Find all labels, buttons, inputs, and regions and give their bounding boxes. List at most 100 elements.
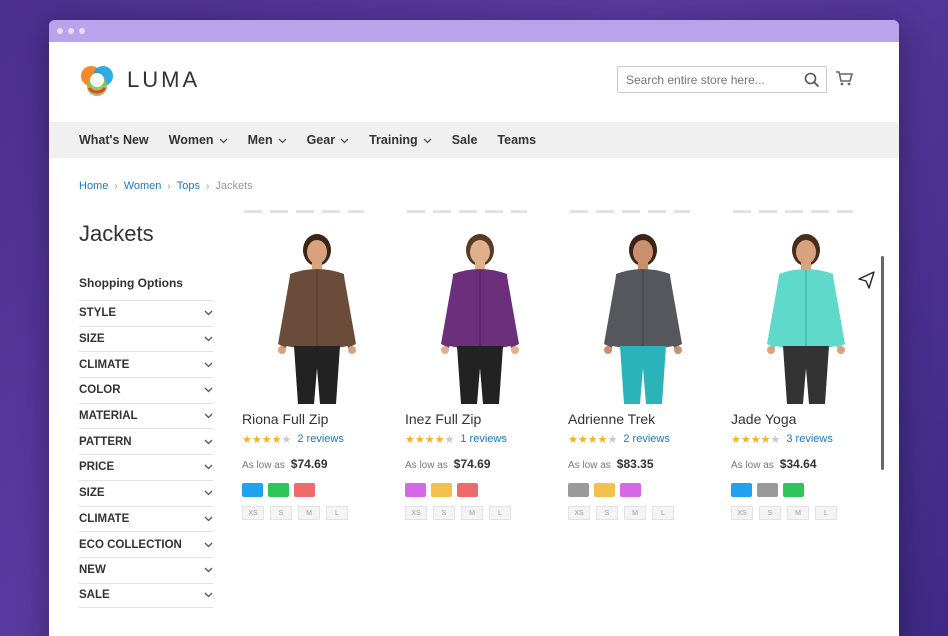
scrollbar[interactable]	[881, 256, 884, 470]
product-name[interactable]: Adrienne Trek	[568, 411, 718, 431]
star-icon: ★	[577, 433, 588, 446]
nav-item-women[interactable]: Women	[169, 133, 228, 147]
color-swatch[interactable]	[568, 483, 589, 497]
logo[interactable]: LUMA	[79, 62, 200, 98]
shopping-options-sidebar: Shopping Options STYLE SIZE CLIMATE COLOR MA…	[79, 276, 213, 609]
nav-item-teams[interactable]: Teams	[497, 133, 536, 147]
nav-dropdown-toggle	[340, 133, 349, 147]
filter-new[interactable]: NEW	[79, 556, 213, 583]
product-rating: ★★★★★ 2 reviews	[568, 431, 718, 447]
product-name[interactable]: Inez Full Zip	[405, 411, 555, 431]
breadcrumb-separator-icon: ›	[114, 180, 118, 192]
filter-size[interactable]: SIZE	[79, 325, 213, 352]
filter-climate[interactable]: CLIMATE	[79, 505, 213, 532]
star-icon: ★	[597, 433, 608, 446]
product-price: As low as $74.69	[405, 457, 555, 473]
reviews-link[interactable]: 3 reviews	[786, 433, 832, 445]
color-swatch[interactable]	[268, 483, 289, 497]
size-option[interactable]: S	[596, 506, 618, 520]
color-swatch[interactable]	[431, 483, 452, 497]
color-swatch[interactable]	[294, 483, 315, 497]
size-option[interactable]: L	[489, 506, 511, 520]
size-option[interactable]: S	[433, 506, 455, 520]
breadcrumb-current: Jackets	[215, 180, 253, 192]
product-card[interactable]: Adrienne Trek ★★★★★ 2 reviews As low as $83.…	[568, 208, 718, 520]
filter-size[interactable]: SIZE	[79, 479, 213, 506]
product-image[interactable]	[741, 228, 871, 404]
shopping-options-title: Shopping Options	[79, 276, 183, 290]
breadcrumb-separator-icon: ›	[167, 180, 171, 192]
product-card[interactable]: Riona Full Zip ★★★★★ 2 reviews As low as $74…	[242, 208, 392, 520]
breadcrumb-tops[interactable]: Tops	[177, 180, 200, 192]
star-icon: ★	[434, 433, 445, 446]
size-option[interactable]: L	[815, 506, 837, 520]
size-option[interactable]: XS	[731, 506, 753, 520]
filter-color[interactable]: COLOR	[79, 377, 213, 403]
color-swatch[interactable]	[457, 483, 478, 497]
color-swatch[interactable]	[620, 483, 641, 497]
product-card[interactable]: Inez Full Zip ★★★★★ 1 reviews As low as $74.…	[405, 208, 555, 520]
size-option[interactable]: L	[652, 506, 674, 520]
color-swatch[interactable]	[783, 483, 804, 497]
size-option[interactable]: S	[759, 506, 781, 520]
filter-pattern[interactable]: PATTERN	[79, 428, 213, 454]
search-icon[interactable]	[804, 72, 820, 88]
filter-eco-collection[interactable]: ECO COLLECTION	[79, 531, 213, 557]
cart-icon[interactable]	[835, 70, 853, 86]
size-option[interactable]: XS	[405, 506, 427, 520]
nav-item-men[interactable]: Men	[248, 133, 287, 147]
filter-climate[interactable]: CLIMATE	[79, 351, 213, 377]
breadcrumb-home[interactable]: Home	[79, 180, 108, 192]
chevron-down-icon	[204, 592, 213, 598]
size-option[interactable]: S	[270, 506, 292, 520]
reviews-link[interactable]: 2 reviews	[297, 433, 343, 445]
product-name[interactable]: Jade Yoga	[731, 411, 881, 431]
search-box[interactable]	[617, 66, 827, 93]
breadcrumb-women[interactable]: Women	[124, 180, 162, 192]
nav-item-training[interactable]: Training	[369, 133, 432, 147]
product-name[interactable]: Riona Full Zip	[242, 411, 392, 431]
nav-item-label: Teams	[497, 133, 537, 147]
product-image[interactable]	[252, 228, 382, 404]
color-swatch[interactable]	[594, 483, 615, 497]
color-swatch[interactable]	[405, 483, 426, 497]
reviews-link[interactable]: 2 reviews	[623, 433, 669, 445]
reviews-link[interactable]: 1 reviews	[460, 433, 506, 445]
color-swatch[interactable]	[731, 483, 752, 497]
star-icon: ★	[444, 433, 455, 446]
mouse-cursor-icon	[858, 271, 875, 289]
window-dot-close[interactable]	[57, 28, 63, 34]
product-image[interactable]	[578, 228, 708, 404]
filter-sale[interactable]: SALE	[79, 582, 213, 609]
color-swatch[interactable]	[242, 483, 263, 497]
window-dot-minimize[interactable]	[68, 28, 74, 34]
product-card[interactable]: Jade Yoga ★★★★★ 3 reviews As low as $34.64 XS…	[731, 208, 881, 520]
size-option[interactable]: M	[298, 506, 320, 520]
price-value: $74.69	[290, 457, 328, 471]
nav-item-what-s-new[interactable]: What's New	[79, 133, 149, 147]
size-option[interactable]: XS	[242, 506, 264, 520]
price-label: As low as	[242, 460, 285, 471]
search-input[interactable]	[626, 72, 796, 87]
size-option[interactable]: L	[326, 506, 348, 520]
chevron-down-icon	[204, 567, 213, 573]
filter-style[interactable]: STYLE	[79, 300, 213, 326]
color-swatch[interactable]	[757, 483, 778, 497]
nav-item-label: Men	[247, 133, 273, 147]
color-swatches	[242, 483, 392, 497]
filter-price[interactable]: PRICE	[79, 454, 213, 480]
product-rating: ★★★★★ 1 reviews	[405, 431, 555, 447]
nav-item-gear[interactable]: Gear	[307, 133, 350, 147]
size-option[interactable]: M	[461, 506, 483, 520]
size-option[interactable]: M	[787, 506, 809, 520]
product-image[interactable]	[415, 228, 545, 404]
filter-material[interactable]: MATERIAL	[79, 402, 213, 429]
size-options: XS S M L	[568, 506, 718, 520]
filter-label: NEW	[79, 564, 106, 577]
nav-item-sale[interactable]: Sale	[452, 133, 478, 147]
star-icon: ★	[251, 433, 262, 446]
window-dot-maximize[interactable]	[79, 28, 85, 34]
star-icon: ★	[740, 433, 751, 446]
size-option[interactable]: M	[624, 506, 646, 520]
size-option[interactable]: XS	[568, 506, 590, 520]
